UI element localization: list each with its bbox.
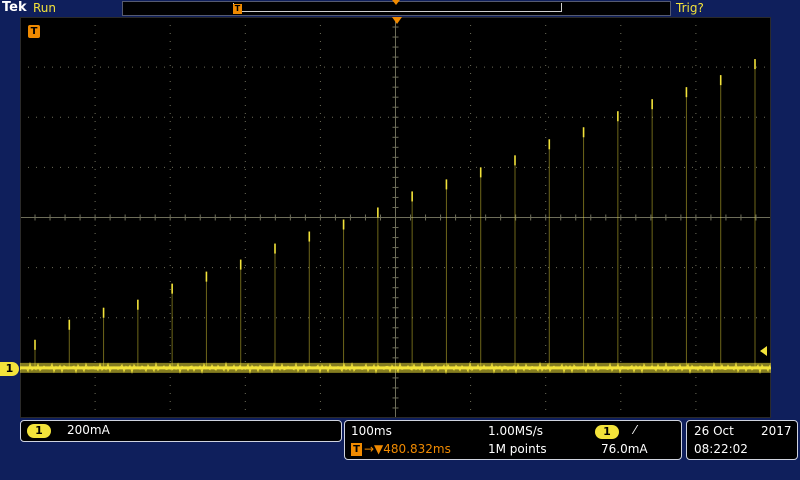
trigger-position-icon: T <box>351 443 362 456</box>
channel-1-badge: 1 <box>27 424 51 438</box>
record-position-marker-icon <box>392 0 400 5</box>
graticule <box>20 17 771 418</box>
trigger-channel-badge: 1 <box>595 425 619 439</box>
trigger-position: →▼480.832ms <box>364 442 451 456</box>
brand-logo: Tek <box>2 0 27 15</box>
trigger-slope-icon: ⁄ <box>634 423 637 437</box>
trigger-corner-icon: T <box>28 25 40 38</box>
acquisition-run-status[interactable]: Run <box>33 1 56 15</box>
waveform-display[interactable] <box>20 17 771 418</box>
trigger-position-marker-icon[interactable] <box>392 17 402 24</box>
trigger-level: 76.0mA <box>601 442 648 456</box>
sample-rate: 1.00MS/s <box>488 424 543 438</box>
time-per-division: 100ms <box>351 424 392 438</box>
record-trigger-icon: T <box>233 4 242 14</box>
date-time-panel[interactable]: 26 Oct 2017 08:22:02 <box>686 420 798 460</box>
channel-1-ground-marker[interactable]: 1 <box>0 362 19 376</box>
clock-time: 08:22:02 <box>694 442 748 456</box>
timebase-panel[interactable]: 100ms 1.00MS/s 1 ⁄ T →▼480.832ms 1M poin… <box>344 420 682 460</box>
trigger-level-marker-icon[interactable] <box>760 346 767 356</box>
record-length: 1M points <box>488 442 547 456</box>
channel-1-scale: 200mA <box>67 423 110 437</box>
date-day-month: 26 Oct <box>694 424 734 438</box>
trigger-status: Trig? <box>676 1 704 15</box>
date-year: 2017 <box>761 424 792 438</box>
channel-1-panel[interactable]: 1 200mA <box>20 420 342 442</box>
